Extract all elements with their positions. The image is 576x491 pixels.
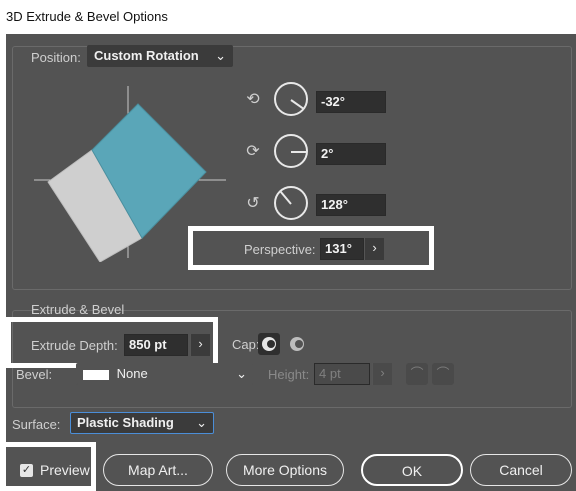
chevron-down-icon: ⌄: [236, 366, 247, 381]
height-field[interactable]: 4 pt: [314, 363, 370, 385]
more-options-button[interactable]: More Options: [226, 454, 344, 486]
map-art-button[interactable]: Map Art...: [103, 454, 213, 486]
surface-dropdown-value: Plastic Shading: [77, 415, 174, 430]
perspective-field[interactable]: 131°: [320, 238, 364, 260]
extrude-depth-label: Extrude Depth:: [31, 338, 118, 353]
cap-off-icon[interactable]: [286, 333, 308, 355]
title-bar: 3D Extrude & Bevel Options: [0, 0, 576, 34]
chevron-right-icon: ›: [198, 336, 203, 351]
chevron-right-icon: ›: [372, 240, 377, 255]
y-rotation-dial[interactable]: [274, 134, 308, 168]
bevel-in-icon[interactable]: ⌒: [406, 363, 428, 385]
extrude-bevel-title: Extrude & Bevel: [31, 302, 125, 317]
position-label: Position:: [31, 50, 81, 65]
ok-button[interactable]: OK: [361, 454, 463, 486]
y-rotation-field[interactable]: 2°: [316, 143, 386, 165]
cap-label: Cap:: [232, 337, 260, 352]
preview-label[interactable]: Preview: [40, 462, 90, 478]
z-rotation-dial[interactable]: [274, 186, 308, 220]
x-rotation-field[interactable]: -32°: [316, 91, 386, 113]
cancel-button[interactable]: Cancel: [470, 454, 572, 486]
bevel-out-icon[interactable]: ⌒: [432, 363, 454, 385]
z-rotation-field[interactable]: 128°: [316, 194, 386, 216]
rotate-y-icon: ⟳: [246, 143, 260, 160]
bevel-label: Bevel:: [16, 367, 53, 382]
preview-checkbox[interactable]: ✓: [20, 464, 33, 477]
position-dropdown-value: Custom Rotation: [94, 48, 199, 63]
surface-dropdown[interactable]: Plastic Shading ⌄: [70, 412, 214, 434]
bevel-dropdown-value: None: [116, 366, 148, 381]
perspective-slider-button[interactable]: ›: [364, 238, 384, 260]
position-dropdown[interactable]: Custom Rotation ⌄: [87, 45, 233, 67]
rotate-x-icon: ⟲: [246, 91, 260, 108]
rotate-z-icon: ↺: [246, 195, 260, 212]
chevron-down-icon: ⌄: [196, 415, 207, 430]
extrude-depth-slider-button[interactable]: ›: [190, 334, 210, 356]
chevron-right-icon: ›: [380, 365, 385, 380]
surface-label: Surface:: [12, 417, 61, 432]
cap-on-icon[interactable]: [258, 333, 280, 355]
x-rotation-dial[interactable]: [274, 82, 308, 116]
height-slider-button[interactable]: ›: [372, 363, 392, 385]
extrude-depth-field[interactable]: 850 pt: [124, 334, 188, 356]
bevel-swatch: [83, 369, 109, 380]
window-title: 3D Extrude & Bevel Options: [6, 9, 168, 24]
bevel-dropdown[interactable]: None ⌄: [76, 363, 254, 385]
perspective-label: Perspective:: [244, 242, 316, 257]
height-label: Height:: [268, 367, 310, 382]
chevron-down-icon: ⌄: [215, 48, 226, 63]
dialog: Position: Custom Rotation ⌄ ⟲ -32° ⟳ 2° …: [0, 34, 576, 491]
